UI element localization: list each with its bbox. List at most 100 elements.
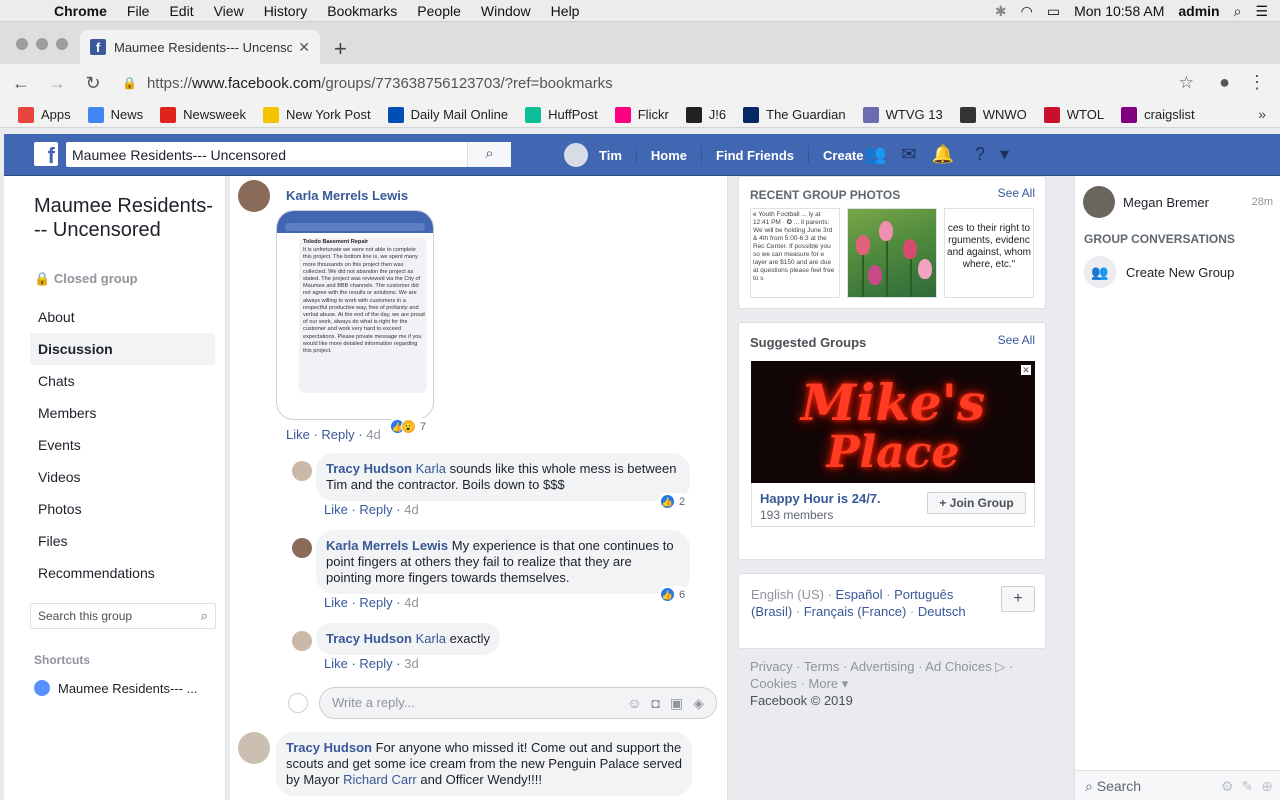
more-languages-button[interactable]: +	[1001, 586, 1035, 612]
bookmark-item[interactable]: HuffPost	[525, 106, 598, 123]
back-icon[interactable]: ←	[6, 73, 36, 94]
nav-recommendations[interactable]: Recommendations	[30, 557, 215, 589]
find-friends-link[interactable]: Find Friends	[716, 148, 794, 163]
help-icon[interactable]: ?	[975, 144, 985, 165]
footer-links[interactable]: Privacy · Terms · Advertising · Ad Choic…	[750, 658, 1040, 692]
camera-icon[interactable]: ◘	[652, 688, 660, 718]
language-es[interactable]: Español	[836, 587, 883, 602]
address-bar[interactable]: 🔒 https://www.facebook.com/groups/773638…	[112, 68, 1202, 98]
bookmark-item[interactable]: Apps	[18, 106, 71, 123]
chat-search-input[interactable]: ⌕ Search ⚙ ✎ ⊕	[1075, 770, 1280, 800]
group-photo-2[interactable]	[847, 208, 937, 298]
like-link[interactable]: Like	[324, 656, 348, 671]
battery-icon[interactable]: ▭	[1047, 3, 1060, 20]
profile-icon[interactable]: ●	[1219, 72, 1230, 93]
nav-about[interactable]: About	[30, 301, 215, 333]
reply-tag[interactable]: Karla	[416, 461, 446, 476]
nav-photos[interactable]: Photos	[30, 493, 215, 525]
reload-icon[interactable]: ↻	[78, 73, 108, 94]
messenger-icon[interactable]: ✉	[901, 144, 916, 165]
like-link[interactable]: Like	[324, 502, 348, 517]
comment-tag[interactable]: Richard Carr	[343, 772, 417, 787]
forward-icon[interactable]: →	[42, 73, 72, 94]
bookmark-item[interactable]: craigslist	[1121, 106, 1195, 123]
suggested-group-image[interactable]: Mike's Place ✕	[751, 361, 1035, 483]
avatar[interactable]	[292, 631, 312, 651]
menu-help[interactable]: Help	[551, 3, 580, 19]
reply-link[interactable]: Reply	[359, 595, 392, 610]
bookmark-item[interactable]: The Guardian	[743, 106, 846, 123]
comment-author[interactable]: Karla Merrels Lewis	[286, 188, 408, 203]
menu-people[interactable]: People	[417, 3, 461, 19]
avatar[interactable]	[292, 461, 312, 481]
menu-file[interactable]: File	[127, 3, 150, 19]
reply-link[interactable]: Reply	[321, 427, 354, 442]
reply-link[interactable]: Reply	[359, 502, 392, 517]
see-all-link[interactable]: See All	[998, 186, 1035, 200]
menu-view[interactable]: View	[214, 3, 244, 19]
group-photo-3[interactable]: ces to their right to rguments, evidenc …	[944, 208, 1034, 298]
wifi-icon[interactable]: ◠	[1021, 3, 1033, 20]
bookmark-item[interactable]: Newsweek	[160, 106, 246, 123]
facebook-logo-icon[interactable]: f	[34, 142, 58, 166]
comment-author[interactable]: Tracy Hudson	[286, 740, 372, 755]
bluetooth-icon[interactable]: ✱	[995, 3, 1007, 20]
new-tab-icon[interactable]: +	[334, 36, 347, 62]
chat-contact[interactable]: Megan Bremer 28m	[1083, 186, 1273, 218]
shortcut-item[interactable]: Maumee Residents--- ...	[34, 680, 197, 696]
timestamp[interactable]: 4d	[366, 427, 380, 442]
bookmark-star-icon[interactable]: ☆	[1179, 73, 1194, 93]
bookmark-item[interactable]: New York Post	[263, 106, 371, 123]
suggested-group-name[interactable]: Happy Hour is 24/7.	[760, 491, 881, 506]
reply-tag[interactable]: Karla	[416, 631, 446, 646]
lock-icon[interactable]: 🔒	[122, 76, 137, 90]
reaction-count[interactable]: 👍 😮 7	[388, 418, 431, 435]
nav-discussion[interactable]: Discussion	[30, 333, 215, 365]
like-link[interactable]: Like	[324, 595, 348, 610]
menu-bookmarks[interactable]: Bookmarks	[327, 3, 397, 19]
language-fr[interactable]: Français (France)	[804, 604, 907, 619]
nav-events[interactable]: Events	[30, 429, 215, 461]
gif-icon[interactable]: ▣	[670, 688, 683, 718]
group-title[interactable]: Maumee Residents--- Uncensored	[34, 194, 214, 242]
tab-close-icon[interactable]: ✕	[298, 39, 310, 56]
compose-icon[interactable]: ✎	[1242, 771, 1254, 800]
reply-link[interactable]: Reply	[359, 656, 392, 671]
avatar[interactable]	[238, 180, 270, 212]
window-minimize-button[interactable]	[36, 38, 48, 50]
facebook-search-input[interactable]: Maumee Residents--- Uncensored ⌕	[66, 142, 511, 167]
new-group-icon[interactable]: ⊕	[1261, 771, 1273, 800]
search-icon[interactable]: ⌕	[467, 142, 511, 167]
reaction-count[interactable]: 👍 2	[658, 493, 690, 510]
avatar[interactable]	[238, 732, 270, 764]
comment-image[interactable]: Toledo Basement Repair It is unfortunate…	[276, 210, 434, 420]
nav-files[interactable]: Files	[30, 525, 215, 557]
friend-requests-icon[interactable]: 👥	[864, 144, 886, 165]
browser-tab[interactable]: f Maumee Residents--- Uncensored ✕	[80, 30, 320, 64]
reply-input[interactable]: Write a reply... ☺ ◘ ▣ ◈	[319, 687, 717, 719]
bookmark-item[interactable]: WTVG 13	[862, 106, 943, 123]
gear-icon[interactable]: ⚙	[1221, 771, 1234, 800]
menu-edit[interactable]: Edit	[169, 3, 193, 19]
nav-members[interactable]: Members	[30, 397, 215, 429]
window-zoom-button[interactable]	[56, 38, 68, 50]
chevron-down-icon[interactable]: ▾	[1000, 144, 1009, 165]
avatar[interactable]	[292, 538, 312, 558]
clock[interactable]: Mon 10:58 AM	[1074, 3, 1164, 19]
bookmark-item[interactable]: Daily Mail Online	[387, 106, 508, 123]
bookmark-item[interactable]: J!6	[685, 106, 726, 123]
nav-videos[interactable]: Videos	[30, 461, 215, 493]
chrome-menu-icon[interactable]: ⋮	[1248, 72, 1266, 93]
reply-author[interactable]: Tracy Hudson	[326, 461, 412, 476]
avatar[interactable]	[564, 143, 588, 167]
reply-author[interactable]: Karla Merrels Lewis	[326, 538, 448, 553]
bookmark-item[interactable]: News	[87, 106, 143, 123]
bookmarks-overflow-icon[interactable]: »	[1258, 106, 1266, 122]
user-menu[interactable]: admin	[1178, 3, 1219, 19]
notification-center-icon[interactable]: ☰	[1255, 3, 1268, 20]
join-group-button[interactable]: + Join Group	[927, 492, 1026, 514]
timestamp[interactable]: 4d	[404, 595, 418, 610]
profile-link[interactable]: Tim	[599, 148, 622, 163]
bookmark-item[interactable]: WTOL	[1043, 106, 1104, 123]
nav-chats[interactable]: Chats	[30, 365, 215, 397]
